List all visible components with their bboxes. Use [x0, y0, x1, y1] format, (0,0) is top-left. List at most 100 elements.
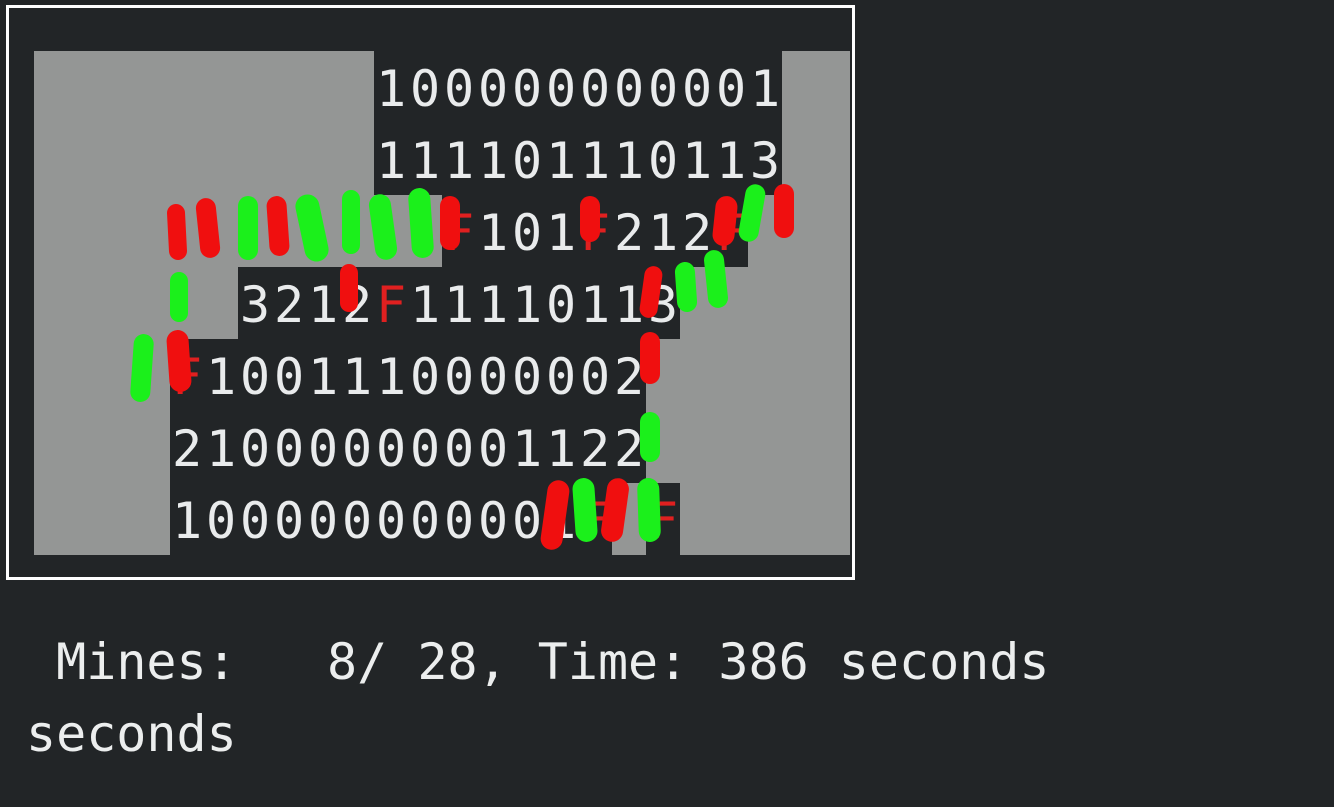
revealed-cell[interactable]: 1 [510, 267, 544, 339]
revealed-cell[interactable]: 1 [374, 339, 408, 411]
revealed-cell[interactable]: 1 [646, 195, 680, 267]
covered-cell[interactable] [170, 123, 204, 195]
covered-cell[interactable] [136, 483, 170, 555]
revealed-cell[interactable]: 1 [204, 411, 238, 483]
covered-cell[interactable] [136, 411, 170, 483]
revealed-cell[interactable]: 0 [476, 51, 510, 123]
revealed-cell[interactable]: 0 [306, 483, 340, 555]
flag-cell[interactable]: F [714, 195, 748, 267]
revealed-cell[interactable]: 1 [442, 267, 476, 339]
covered-cell[interactable] [782, 123, 816, 195]
covered-cell[interactable] [204, 123, 238, 195]
covered-cell[interactable] [34, 411, 68, 483]
revealed-cell[interactable]: 0 [510, 51, 544, 123]
revealed-cell[interactable]: 3 [646, 267, 680, 339]
covered-cell[interactable] [646, 411, 680, 483]
revealed-cell[interactable]: 1 [612, 267, 646, 339]
revealed-cell[interactable]: 1 [748, 51, 782, 123]
revealed-cell[interactable]: 1 [714, 123, 748, 195]
covered-cell[interactable] [816, 339, 850, 411]
revealed-cell[interactable]: 0 [578, 339, 612, 411]
covered-cell[interactable] [714, 267, 748, 339]
covered-cell[interactable] [748, 267, 782, 339]
covered-cell[interactable] [748, 411, 782, 483]
covered-cell[interactable] [170, 195, 204, 267]
revealed-cell[interactable]: 1 [374, 123, 408, 195]
revealed-cell[interactable]: 1 [340, 339, 374, 411]
revealed-cell[interactable]: 1 [578, 267, 612, 339]
covered-cell[interactable] [782, 339, 816, 411]
revealed-cell[interactable]: 1 [306, 267, 340, 339]
covered-cell[interactable] [340, 123, 374, 195]
covered-cell[interactable] [646, 339, 680, 411]
revealed-cell[interactable]: 0 [442, 51, 476, 123]
revealed-cell[interactable]: 0 [578, 51, 612, 123]
revealed-cell[interactable]: 0 [476, 483, 510, 555]
revealed-cell[interactable]: 0 [272, 411, 306, 483]
revealed-cell[interactable]: 0 [510, 195, 544, 267]
covered-cell[interactable] [340, 51, 374, 123]
covered-cell[interactable] [374, 195, 408, 267]
covered-cell[interactable] [680, 483, 714, 555]
revealed-cell[interactable]: 0 [374, 411, 408, 483]
covered-cell[interactable] [136, 123, 170, 195]
covered-cell[interactable] [306, 123, 340, 195]
covered-cell[interactable] [136, 195, 170, 267]
covered-cell[interactable] [204, 51, 238, 123]
covered-cell[interactable] [68, 411, 102, 483]
revealed-cell[interactable]: 2 [612, 339, 646, 411]
revealed-cell[interactable]: 1 [612, 123, 646, 195]
flag-cell[interactable]: F [374, 267, 408, 339]
flag-cell[interactable]: F [578, 483, 612, 555]
revealed-cell[interactable]: 0 [544, 51, 578, 123]
revealed-cell[interactable]: 0 [510, 123, 544, 195]
covered-cell[interactable] [782, 267, 816, 339]
revealed-cell[interactable]: 0 [646, 51, 680, 123]
covered-cell[interactable] [102, 195, 136, 267]
minefield-grid[interactable]: 100000000001111101110113F101F212F3212F11… [34, 51, 850, 555]
covered-cell[interactable] [272, 195, 306, 267]
revealed-cell[interactable]: 1 [544, 123, 578, 195]
revealed-cell[interactable]: 0 [238, 411, 272, 483]
revealed-cell[interactable]: 3 [748, 123, 782, 195]
covered-cell[interactable] [34, 123, 68, 195]
covered-cell[interactable] [102, 483, 136, 555]
covered-cell[interactable] [714, 339, 748, 411]
revealed-cell[interactable]: 0 [476, 411, 510, 483]
revealed-cell[interactable]: 1 [544, 195, 578, 267]
revealed-cell[interactable]: 1 [408, 123, 442, 195]
revealed-cell[interactable]: 0 [680, 51, 714, 123]
revealed-cell[interactable]: 1 [510, 411, 544, 483]
revealed-cell[interactable]: 2 [578, 411, 612, 483]
revealed-cell[interactable]: 0 [272, 339, 306, 411]
revealed-cell[interactable]: 0 [612, 51, 646, 123]
covered-cell[interactable] [816, 123, 850, 195]
covered-cell[interactable] [102, 339, 136, 411]
covered-cell[interactable] [272, 123, 306, 195]
covered-cell[interactable] [782, 411, 816, 483]
covered-cell[interactable] [102, 51, 136, 123]
covered-cell[interactable] [34, 51, 68, 123]
revealed-cell[interactable]: 0 [714, 51, 748, 123]
covered-cell[interactable] [102, 411, 136, 483]
covered-cell[interactable] [68, 195, 102, 267]
revealed-cell[interactable]: 0 [442, 339, 476, 411]
covered-cell[interactable] [68, 51, 102, 123]
revealed-cell[interactable]: 2 [612, 195, 646, 267]
revealed-cell[interactable]: 0 [408, 51, 442, 123]
covered-cell[interactable] [34, 339, 68, 411]
covered-cell[interactable] [204, 267, 238, 339]
revealed-cell[interactable]: 2 [612, 411, 646, 483]
revealed-cell[interactable]: 1 [544, 411, 578, 483]
covered-cell[interactable] [748, 195, 782, 267]
covered-cell[interactable] [306, 195, 340, 267]
revealed-cell[interactable]: 0 [238, 483, 272, 555]
revealed-cell[interactable]: 1 [306, 339, 340, 411]
covered-cell[interactable] [102, 267, 136, 339]
revealed-cell[interactable]: 1 [476, 267, 510, 339]
flag-cell[interactable]: F [578, 195, 612, 267]
revealed-cell[interactable]: 0 [204, 483, 238, 555]
covered-cell[interactable] [748, 339, 782, 411]
covered-cell[interactable] [136, 267, 170, 339]
covered-cell[interactable] [34, 267, 68, 339]
